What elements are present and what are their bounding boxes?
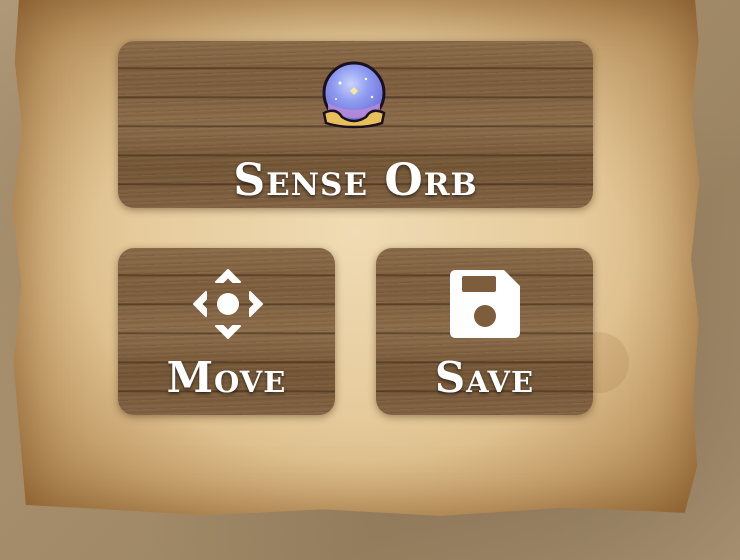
move-label: Move — [166, 353, 287, 402]
move-button[interactable]: Move — [118, 248, 335, 415]
sense-orb-label: Sense Orb — [233, 155, 478, 206]
move-arrows-icon — [193, 269, 263, 339]
floppy-disk-icon — [450, 270, 520, 338]
crystal-orb-icon — [322, 61, 386, 129]
save-label: Save — [434, 353, 535, 402]
sense-orb-button[interactable]: Sense Orb — [118, 41, 593, 208]
save-button[interactable]: Save — [376, 248, 593, 415]
